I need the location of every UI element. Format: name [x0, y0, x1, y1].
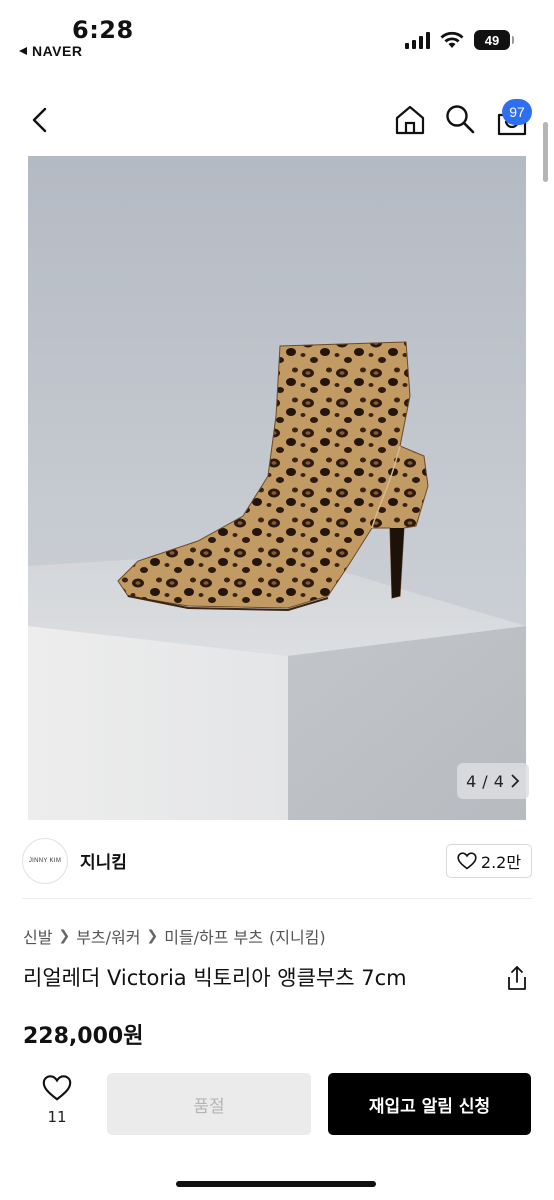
- product-image[interactable]: [28, 156, 526, 820]
- back-to-app-link[interactable]: NAVER: [18, 43, 82, 59]
- product-title: 리얼레더 Victoria 빅토리아 앵클부츠 7cm: [23, 966, 407, 990]
- breadcrumb-item-boots[interactable]: 부츠/워커: [76, 924, 140, 948]
- battery-level: 49: [484, 32, 500, 48]
- brand-row: JINNY KIM 지니킴 2.2만: [22, 836, 532, 886]
- image-counter[interactable]: 4 / 4: [457, 763, 529, 799]
- restock-notify-button[interactable]: 재입고 알림 신청: [328, 1073, 531, 1135]
- image-separator: /: [482, 771, 488, 791]
- heart-icon: [457, 852, 477, 870]
- product-price: 228,000원: [23, 1024, 144, 1049]
- share-icon[interactable]: [505, 965, 529, 991]
- battery-icon: 49: [474, 30, 514, 50]
- brand-like-button[interactable]: 2.2만: [446, 844, 532, 878]
- back-app-label: NAVER: [32, 43, 83, 59]
- heart-icon: [42, 1075, 72, 1101]
- brand-like-count: 2.2만: [480, 853, 522, 872]
- chevron-right-icon: ❯: [146, 928, 159, 944]
- wishlist-count: 11: [47, 1108, 67, 1126]
- chevron-right-icon: [511, 774, 520, 788]
- top-nav-bar: [0, 95, 554, 145]
- back-triangle-icon: [19, 47, 27, 55]
- home-indicator[interactable]: [176, 1181, 376, 1187]
- divider: [22, 898, 532, 899]
- image-total: 4: [493, 771, 504, 791]
- leopard-boot-photo: [28, 341, 526, 820]
- scrollbar[interactable]: [543, 122, 548, 182]
- signal-icon: [405, 31, 430, 49]
- breadcrumb: 신발 ❯ 부츠/워커 ❯ 미들/하프 부츠 (지니킴): [23, 924, 326, 948]
- wishlist-button[interactable]: 11: [36, 1074, 78, 1134]
- search-icon[interactable]: [444, 103, 476, 135]
- brand-logo[interactable]: JINNY KIM: [22, 838, 68, 884]
- brand-logo-text: JINNY KIM: [28, 858, 62, 864]
- status-time: 6:28: [72, 16, 134, 44]
- cart-count-badge: 97: [502, 99, 532, 125]
- back-arrow-icon[interactable]: [26, 105, 56, 135]
- brand-name[interactable]: 지니킴: [80, 848, 127, 873]
- wifi-icon: [440, 31, 464, 48]
- chevron-right-icon: ❯: [58, 928, 71, 944]
- sold-out-button[interactable]: 품절: [107, 1073, 311, 1135]
- breadcrumb-item-middle-half-boots[interactable]: 미들/하프 부츠: [164, 924, 263, 948]
- breadcrumb-brand[interactable]: (지니킴): [269, 924, 326, 948]
- status-bar: 6:28 NAVER 49: [0, 0, 554, 70]
- home-icon[interactable]: [393, 103, 427, 137]
- image-index: 4: [466, 771, 477, 791]
- breadcrumb-item-shoes[interactable]: 신발: [23, 924, 52, 948]
